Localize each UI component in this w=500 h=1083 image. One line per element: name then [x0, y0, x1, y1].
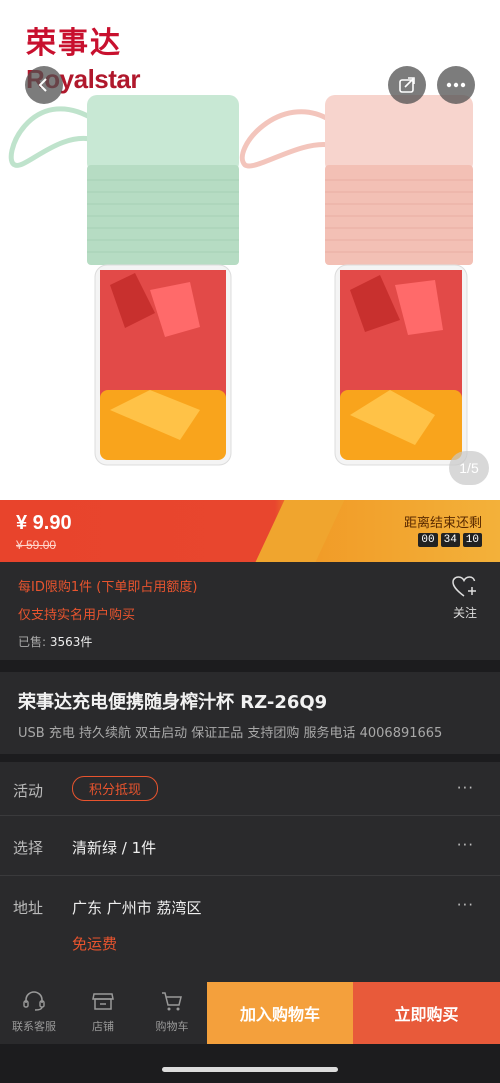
activity-row[interactable]: 活动 积分抵现 ··· — [0, 762, 500, 816]
cart-icon — [162, 992, 182, 1011]
purchase-limit-text: 每ID限购1件 (下单即占用额度) — [18, 580, 198, 595]
select-more-icon: ··· — [456, 836, 474, 854]
add-to-cart-button[interactable]: 加入购物车 — [207, 982, 353, 1044]
countdown-minutes: 34 — [440, 533, 460, 547]
current-price: ¥ 9.90 — [16, 512, 72, 534]
heart-plus-icon — [452, 576, 476, 597]
activity-key: 活动 — [13, 782, 44, 800]
select-key: 选择 — [13, 839, 44, 857]
countdown-label: 距离结束还剩 — [403, 516, 482, 531]
system-home-area — [0, 1044, 500, 1083]
activity-tag-wrap: 积分抵现 — [72, 776, 159, 801]
select-row[interactable]: 选择 清新绿 / 1件 ··· — [0, 816, 500, 876]
product-title: 荣事达充电便携随身榨汁杯 RZ-26Q9 — [18, 692, 328, 713]
green-bottle-illustration — [8, 95, 239, 466]
sold-count: 已售: 3563件 — [18, 633, 92, 650]
address-value: 广东 广州市 荔湾区 — [72, 899, 202, 917]
banner-divider — [255, 500, 345, 562]
sold-value: 3563件 — [49, 635, 93, 649]
customer-service-button[interactable]: 联系客服 — [4, 990, 64, 1034]
address-key: 地址 — [13, 899, 44, 917]
gallery-page-indicator: 1/5 — [449, 451, 489, 485]
points-deduction-tag[interactable]: 积分抵现 — [72, 776, 159, 801]
free-shipping-text: 免运费 — [72, 935, 118, 953]
product-image-gallery[interactable]: 荣事达 Royalstar 1/5 — [0, 0, 500, 500]
select-value: 清新绿 / 1件 — [72, 839, 157, 857]
countdown-hours: 00 — [418, 533, 438, 547]
purchase-notice: 每ID限购1件 (下单即占用额度) 仅支持实名用户购买 已售: 3563件 关注 — [0, 562, 500, 660]
store-button[interactable]: 店铺 — [73, 990, 133, 1034]
more-dots-icon — [446, 82, 466, 88]
back-button[interactable] — [25, 66, 63, 104]
countdown-timer: 00 34 10 — [418, 533, 482, 547]
customer-service-label: 联系客服 — [12, 1020, 56, 1033]
price-banner: ¥ 9.90 ¥ 59.00 距离结束还剩 00 34 10 — [0, 500, 500, 562]
store-label: 店铺 — [92, 1020, 114, 1033]
brand-name-cn: 荣事达 — [26, 26, 122, 61]
activity-more-icon: ··· — [456, 779, 474, 797]
more-options-button[interactable] — [437, 66, 475, 104]
chevron-left-icon — [38, 78, 47, 92]
cart-label: 购物车 — [155, 1020, 189, 1033]
address-row[interactable]: 地址 广东 广州市 荔湾区 ··· 免运费 — [0, 876, 500, 982]
product-subtitle: USB 充电 持久续航 双击启动 保证正品 支持团购 服务电话 40068916… — [18, 726, 443, 741]
headset-icon — [23, 991, 45, 1011]
bottom-action-bar: 联系客服 店铺 购物车 加入购物车 立即购买 — [0, 982, 500, 1044]
cart-button[interactable]: 购物车 — [142, 990, 202, 1034]
follow-button[interactable]: 关注 — [443, 576, 487, 621]
home-indicator[interactable] — [162, 1067, 338, 1072]
realname-requirement-text: 仅支持实名用户购买 — [18, 608, 136, 623]
share-button[interactable] — [388, 66, 426, 104]
original-price: ¥ 59.00 — [16, 538, 57, 552]
address-more-icon: ··· — [456, 896, 474, 914]
product-info: 荣事达充电便携随身榨汁杯 RZ-26Q9 USB 充电 持久续航 双击启动 保证… — [0, 672, 500, 754]
store-icon — [92, 993, 114, 1010]
share-icon — [399, 77, 415, 93]
option-rows: 活动 积分抵现 ··· 选择 清新绿 / 1件 ··· 地址 广东 广州市 荔湾… — [0, 762, 500, 982]
sold-label: 已售: — [18, 635, 47, 649]
follow-label: 关注 — [452, 606, 477, 620]
countdown-seconds: 10 — [462, 533, 482, 547]
buy-now-button[interactable]: 立即购买 — [353, 982, 500, 1044]
pink-bottle-illustration — [239, 95, 473, 466]
